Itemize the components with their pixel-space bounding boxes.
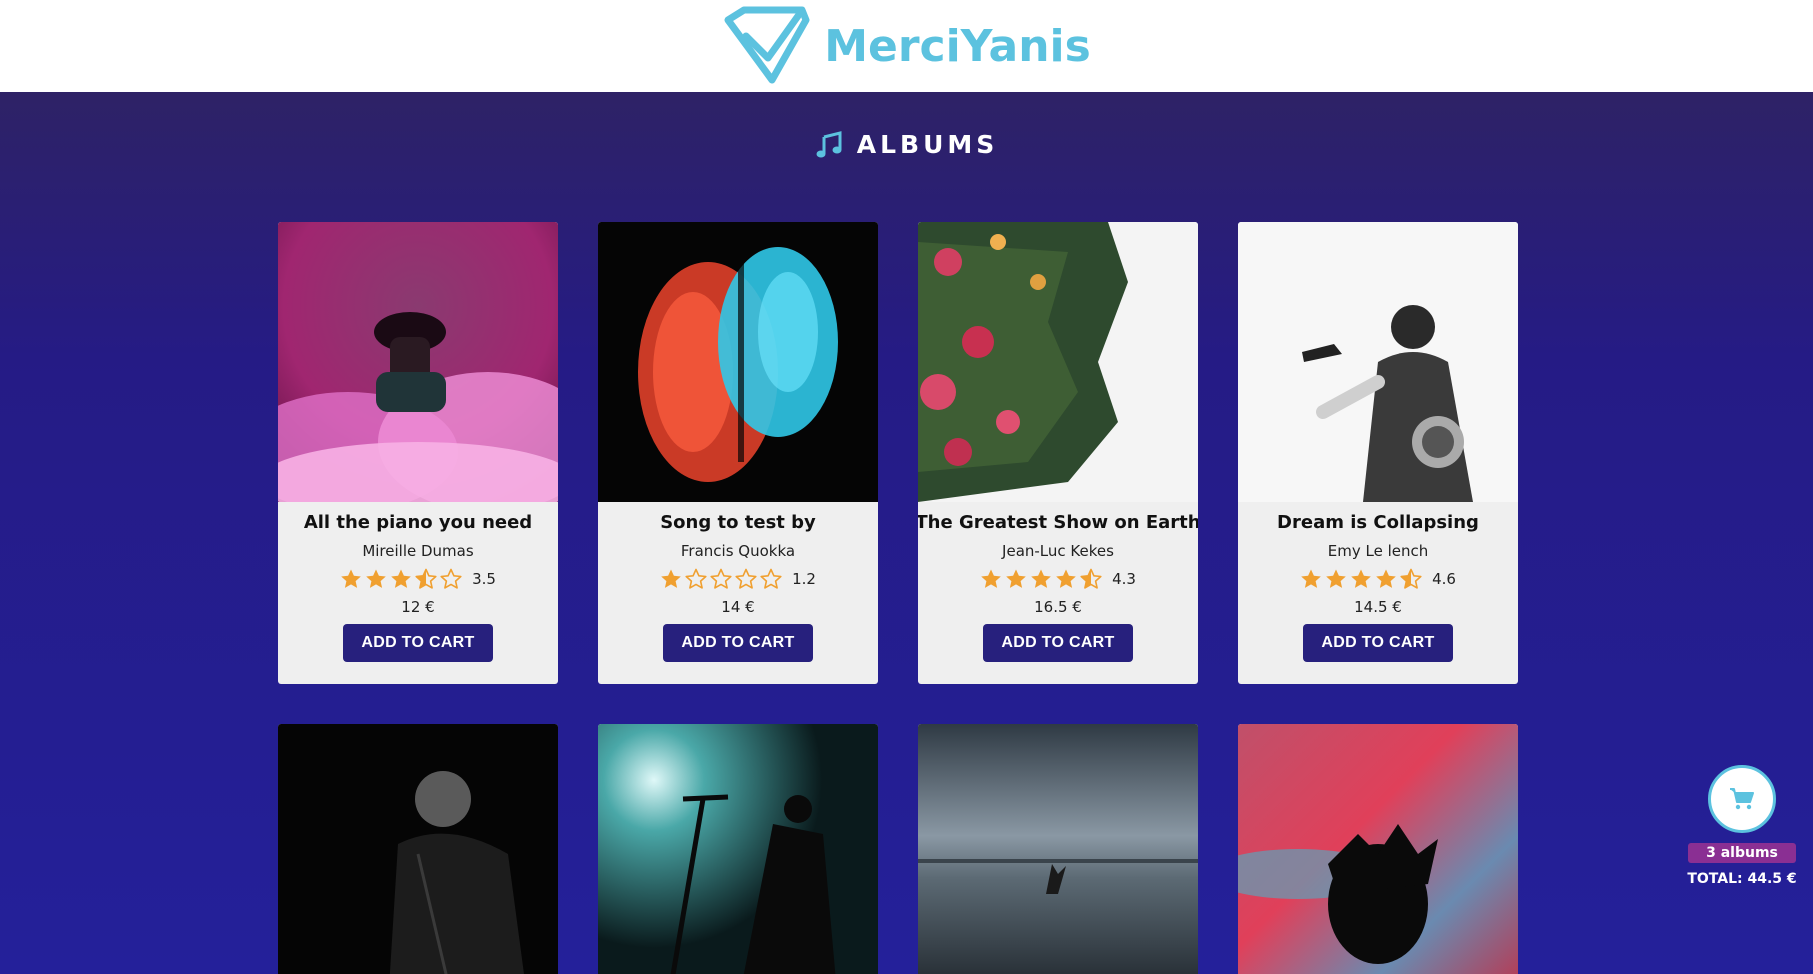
album-artist: Francis Quokka [680,542,796,560]
star-filled-icon [366,569,386,588]
shopping-cart-icon [1730,788,1754,810]
album-card: Dream is Collapsing Emy Le lench 4.6 14.… [1238,222,1518,684]
album-cover [918,222,1198,502]
star-filled-icon [1031,569,1051,588]
album-price: 16.5 € [1034,598,1082,616]
diamond-logo-icon [724,6,810,84]
star-empty-icon [440,568,462,589]
section-heading: ALBUMS [0,130,1813,159]
section-title: ALBUMS [856,130,999,159]
star-filled-icon [1056,569,1076,588]
star-filled-icon [1376,569,1396,588]
album-price: 14 € [721,598,755,616]
album-artist: Emy Le lench [1327,542,1429,560]
rating-value: 3.5 [472,570,496,588]
star-filled-icon [981,569,1001,588]
album-card: The Greatest Show on Earth Jean-Luc Keke… [918,222,1198,684]
album-title: Dream is Collapsing [1277,512,1479,533]
album-cover [278,222,558,502]
brand-name: MerciYanis [824,20,1091,72]
star-empty-icon [710,568,732,589]
star-empty-icon [685,568,707,589]
album-grid: All the piano you need Mireille Dumas 3.… [278,222,1518,974]
star-half-icon [415,568,437,589]
album-rating: 4.3 [980,568,1136,590]
star-filled-icon [391,569,411,588]
star-empty-icon [760,568,782,589]
album-artist: Mireille Dumas [362,542,474,560]
add-to-cart-button[interactable]: ADD TO CART [1303,624,1453,662]
rating-value: 4.3 [1112,570,1136,588]
album-title: Song to test by [660,512,816,533]
album-cover [1238,724,1518,974]
star-half-icon [1400,568,1422,589]
star-filled-icon [1301,569,1321,588]
album-price: 12 € [401,598,435,616]
album-card [918,724,1198,974]
album-cover [278,724,558,974]
album-title: All the piano you need [303,512,533,533]
cart-widget: 3 albums TOTAL: 44.5 € [1687,765,1797,887]
site-header: MerciYanis [0,0,1813,92]
cart-button[interactable] [1708,765,1776,833]
star-filled-icon [1006,569,1026,588]
star-filled-icon [1351,569,1371,588]
add-to-cart-button[interactable]: ADD TO CART [663,624,813,662]
star-filled-icon [661,569,681,588]
album-card [598,724,878,974]
album-card [278,724,558,974]
album-rating: 3.5 [340,568,496,590]
album-title: The Greatest Show on Earth [918,512,1198,533]
album-rating: 4.6 [1300,568,1456,590]
star-filled-icon [1326,569,1346,588]
album-price: 14.5 € [1354,598,1402,616]
album-card: Song to test by Francis Quokka 1.2 14 € … [598,222,878,684]
music-note-icon [816,130,842,157]
rating-value: 4.6 [1432,570,1456,588]
cart-total: TOTAL: 44.5 € [1687,871,1797,887]
album-artist: Jean-Luc Kekes [1002,542,1114,560]
albums-section: ALBUMS All the piano you need Mireille D… [0,92,1813,974]
album-cover [918,724,1198,974]
star-filled-icon [341,569,361,588]
star-empty-icon [735,568,757,589]
album-rating: 1.2 [660,568,816,590]
album-card: All the piano you need Mireille Dumas 3.… [278,222,558,684]
add-to-cart-button[interactable]: ADD TO CART [983,624,1133,662]
album-cover [598,724,878,974]
cart-count-badge: 3 albums [1688,843,1796,863]
album-cover [1238,222,1518,502]
album-cover [598,222,878,502]
star-half-icon [1080,568,1102,589]
album-card [1238,724,1518,974]
add-to-cart-button[interactable]: ADD TO CART [343,624,493,662]
rating-value: 1.2 [792,570,816,588]
